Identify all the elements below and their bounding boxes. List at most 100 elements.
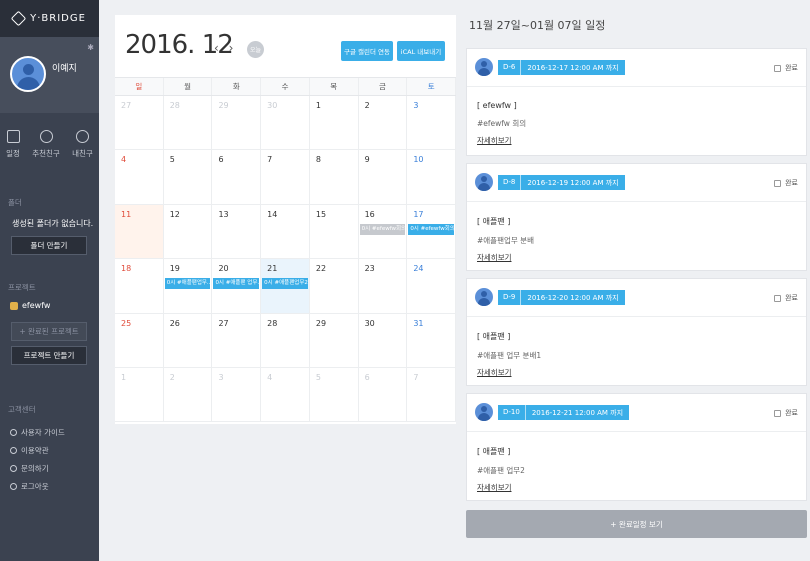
day-cell[interactable]: 3: [212, 367, 262, 422]
show-completed-button[interactable]: + 완료일정 보기: [466, 510, 807, 538]
day-cell[interactable]: 27: [115, 96, 164, 150]
next-month-button[interactable]: ›: [229, 41, 234, 55]
calendar: 2016. 12 ‹ › 오늘 구글 캘린더 연동 iCAL 내보내기 일 월 …: [115, 15, 457, 424]
done-checkbox[interactable]: 완료: [774, 178, 798, 188]
done-checkbox[interactable]: 완료: [774, 408, 798, 418]
day-cell[interactable]: 30: [359, 313, 408, 367]
profile-name: 이예지: [52, 64, 77, 74]
day-cell[interactable]: 12: [164, 204, 213, 259]
day-cell[interactable]: 9: [359, 150, 408, 204]
day-cell[interactable]: 13: [212, 204, 262, 259]
gear-icon[interactable]: ✱: [87, 43, 94, 52]
day-number: 27: [218, 318, 229, 328]
detail-link[interactable]: 자세히보기: [477, 136, 512, 145]
calendar-event[interactable]: 0시 #애플팬업무...: [164, 278, 211, 290]
day-cell-today[interactable]: 11: [115, 204, 164, 259]
day-cell[interactable]: 2: [164, 367, 213, 422]
completed-projects-button[interactable]: + 완료된 프로젝트: [11, 322, 87, 341]
make-project-button[interactable]: 프로젝트 만들기: [11, 346, 87, 365]
card-title: [ efewfw ]: [477, 101, 517, 110]
card-desc: #애플팬업무 분배: [477, 236, 534, 245]
done-checkbox[interactable]: 완료: [774, 63, 798, 73]
support-list: 사용자 가이드 이용약관 문의하기 로그아웃: [10, 423, 65, 495]
day-cell[interactable]: 16 0시 #efewfw회의: [359, 204, 408, 259]
done-label: 완료: [785, 64, 798, 72]
day-number: 28: [267, 318, 278, 328]
day-cell[interactable]: 25: [115, 313, 164, 367]
day-cell[interactable]: 3: [407, 96, 457, 150]
avatar: [475, 173, 493, 191]
day-cell[interactable]: 5: [164, 150, 213, 204]
day-cell[interactable]: 5: [310, 367, 359, 422]
day-cell[interactable]: 17 0시 #efewfw회의: [407, 204, 457, 259]
calendar-event[interactable]: 0시 #efewfw회의: [408, 223, 455, 235]
dday-label: D-10: [498, 405, 526, 420]
detail-link[interactable]: 자세히보기: [477, 253, 512, 262]
detail-link[interactable]: 자세히보기: [477, 483, 512, 492]
day-number: 16: [364, 209, 375, 219]
day-cell[interactable]: 6: [359, 367, 408, 422]
day-cell[interactable]: 24: [407, 259, 457, 313]
day-cell[interactable]: 20 0시 #애플팬 업무...: [212, 259, 262, 313]
make-folder-button[interactable]: 폴더 만들기: [11, 236, 87, 255]
day-cell[interactable]: 23: [359, 259, 408, 313]
day-cell[interactable]: 26: [164, 313, 213, 367]
done-checkbox[interactable]: 완료: [774, 293, 798, 303]
calendar-event[interactable]: 0시 #efewfw회의: [359, 223, 406, 235]
support-terms[interactable]: 이용약관: [10, 441, 65, 459]
nav-recommend[interactable]: 추천친구: [32, 130, 60, 170]
day-cell[interactable]: 27: [212, 313, 262, 367]
day-cell[interactable]: 31: [407, 313, 457, 367]
calendar-event[interactable]: 0시 #애플팬 업무...: [213, 278, 260, 290]
detail-link[interactable]: 자세히보기: [477, 368, 512, 377]
profile: 이예지 ✱: [0, 37, 99, 113]
day-cell[interactable]: 2: [359, 96, 408, 150]
calendar-week: 18 19 0시 #애플팬업무... 20 0시 #애플팬 업무... 21 0시 #…: [115, 259, 457, 314]
day-cell[interactable]: 6: [212, 150, 262, 204]
card-desc: #애플팬 업무2: [477, 466, 525, 475]
folder-empty-text: 생성된 폴더가 없습니다.: [12, 219, 94, 228]
day-cell[interactable]: 8: [310, 150, 359, 204]
day-cell[interactable]: 15: [310, 204, 359, 259]
day-cell[interactable]: 28: [261, 313, 310, 367]
day-cell[interactable]: 19 0시 #애플팬업무...: [164, 259, 213, 313]
day-cell[interactable]: 22: [310, 259, 359, 313]
support-contact[interactable]: 문의하기: [10, 459, 65, 477]
nav-friends[interactable]: 내친구: [72, 130, 93, 170]
ical-export-button[interactable]: iCAL 내보내기: [397, 41, 445, 61]
day-number: 4: [267, 372, 273, 382]
day-cell[interactable]: 30: [261, 96, 310, 150]
day-cell[interactable]: 7: [407, 367, 457, 422]
day-cell[interactable]: 29: [310, 313, 359, 367]
support-logout[interactable]: 로그아웃: [10, 477, 65, 495]
card-desc: #애플팬 업무 분배1: [477, 351, 542, 360]
day-cell[interactable]: 1: [115, 367, 164, 422]
day-cell[interactable]: 29: [212, 96, 262, 150]
card-desc: #efewfw 회의: [477, 119, 527, 128]
day-cell[interactable]: 10: [407, 150, 457, 204]
day-cell[interactable]: 14: [261, 204, 310, 259]
nav-schedule[interactable]: 일정: [6, 130, 20, 170]
done-label: 완료: [785, 294, 798, 302]
checkbox-icon: [774, 179, 782, 187]
project-section-title: 프로젝트: [8, 283, 36, 292]
google-calendar-button[interactable]: 구글 캘린더 연동: [341, 41, 393, 61]
logo[interactable]: Y·BRIDGE: [0, 0, 99, 37]
day-cell[interactable]: 28: [164, 96, 213, 150]
day-cell[interactable]: 7: [261, 150, 310, 204]
day-cell[interactable]: 1: [310, 96, 359, 150]
weekday-header: 일 월 화 수 목 금 토: [115, 77, 457, 96]
day-cell-selected[interactable]: 21 0시 #애플팬업무2: [261, 259, 310, 313]
day-number: 3: [413, 101, 419, 110]
day-cell[interactable]: 18: [115, 259, 164, 313]
day-cell[interactable]: 4: [115, 150, 164, 204]
support-guide[interactable]: 사용자 가이드: [10, 423, 65, 441]
project-item[interactable]: efewfw: [10, 301, 50, 310]
day-cell[interactable]: 4: [261, 367, 310, 422]
prev-month-button[interactable]: ‹: [214, 41, 219, 55]
today-button[interactable]: 오늘: [247, 41, 264, 58]
dday-badge: D-10 2016-12-21 12:00 AM 까지: [498, 405, 630, 420]
avatar[interactable]: [10, 50, 46, 98]
calendar-event[interactable]: 0시 #애플팬업무2: [262, 278, 308, 290]
avatar: [475, 403, 493, 421]
